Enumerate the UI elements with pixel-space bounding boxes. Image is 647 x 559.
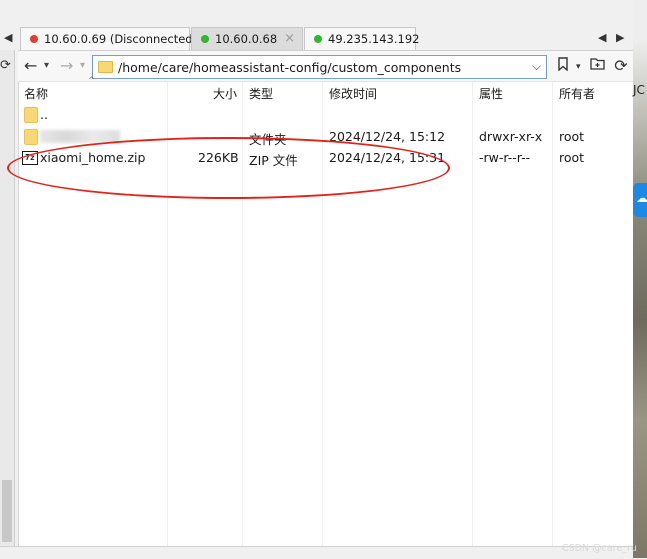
side-widget-tab[interactable]: ☁ xyxy=(633,183,647,217)
folder-icon xyxy=(24,107,38,123)
close-tab-icon[interactable]: × xyxy=(284,31,295,46)
forward-dropdown-icon[interactable]: ▾ xyxy=(80,60,85,71)
back-dropdown-icon[interactable]: ▾ xyxy=(44,60,49,71)
refresh-icon[interactable]: ⟳ xyxy=(0,58,11,73)
annotation-ellipse xyxy=(7,137,450,199)
sort-ascending-icon: ^ xyxy=(88,76,96,86)
bookmark-dropdown-icon[interactable]: ▾ xyxy=(576,62,581,72)
forward-arrow-icon[interactable]: → xyxy=(60,56,73,75)
column-header-attributes[interactable]: 属性 xyxy=(479,85,503,102)
tab-49-235-143-192[interactable]: 49.235.143.192 xyxy=(304,27,420,50)
refresh-icon[interactable]: ⟳ xyxy=(612,57,630,75)
connected-status-icon xyxy=(314,35,322,43)
back-arrow-icon[interactable]: ← xyxy=(24,56,37,75)
tab-scroll-left-button[interactable]: ◀ xyxy=(598,31,606,44)
column-header-size[interactable]: 大小 xyxy=(213,85,237,102)
folder-icon xyxy=(24,129,38,145)
tab-label: 10.60.0.68 xyxy=(215,32,278,46)
column-header-modified[interactable]: 修改时间 xyxy=(329,85,377,102)
tab-label: 49.235.143.192 xyxy=(328,32,420,46)
new-folder-icon[interactable] xyxy=(588,57,606,75)
left-pane-edge xyxy=(0,50,15,550)
tab-scroll-right-button[interactable]: ▶ xyxy=(616,31,624,44)
cloud-icon: ☁ xyxy=(636,191,647,205)
file-attributes: -rw-r--r-- xyxy=(479,150,531,165)
connected-status-icon xyxy=(201,35,209,43)
path-dropdown-icon[interactable]: ⌵ xyxy=(532,59,541,74)
left-scrollbar-thumb[interactable] xyxy=(2,480,12,542)
tab-10-60-0-68[interactable]: 10.60.0.68 × xyxy=(191,27,303,50)
watermark: CSDN @care_ru xyxy=(562,543,637,554)
edge-text: JC xyxy=(633,83,645,97)
column-header-owner[interactable]: 所有者 xyxy=(559,85,595,102)
file-name: .. xyxy=(40,107,48,122)
file-owner: root xyxy=(559,129,585,144)
status-bar xyxy=(0,546,633,559)
tab-10-60-0-69[interactable]: 10.60.0.69 (Disconnected) xyxy=(20,27,197,50)
folder-icon xyxy=(98,61,113,73)
column-header-name[interactable]: 名称 xyxy=(24,85,48,102)
disconnected-status-icon xyxy=(30,35,38,43)
bookmark-icon[interactable] xyxy=(554,57,572,75)
file-attributes: drwxr-xr-x xyxy=(479,129,543,144)
tab-scroll-left-button[interactable]: ◀ xyxy=(4,31,12,44)
file-owner: root xyxy=(559,150,585,165)
tab-label: 10.60.0.69 (Disconnected) xyxy=(44,32,198,46)
column-header-type[interactable]: 类型 xyxy=(249,85,273,102)
table-row-parent[interactable]: .. xyxy=(22,106,622,126)
path-text[interactable]: /home/care/homeassistant-config/custom_c… xyxy=(118,60,461,75)
